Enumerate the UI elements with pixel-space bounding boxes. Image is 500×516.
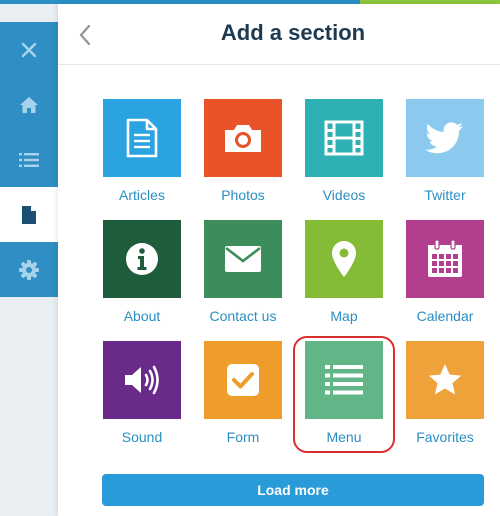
calendar-icon — [428, 240, 462, 277]
section-tile-sound[interactable]: Sound — [103, 341, 181, 445]
list-icon — [19, 152, 39, 167]
section-tile-articles[interactable]: Articles — [103, 99, 181, 203]
section-tile-about[interactable]: About — [103, 220, 181, 324]
section-tile-box — [103, 99, 181, 177]
section-tile-menu[interactable]: Menu — [305, 341, 383, 445]
section-tile-map[interactable]: Map — [305, 220, 383, 324]
map-pin-icon — [332, 241, 356, 277]
section-tile-favorites[interactable]: Favorites — [406, 341, 484, 445]
section-label: Articles — [119, 187, 165, 203]
rail-close-button[interactable] — [0, 22, 58, 77]
section-label: Form — [226, 429, 260, 445]
section-tile-box — [305, 220, 383, 298]
section-tile-box — [103, 220, 181, 298]
section-label: Contact us — [209, 308, 277, 324]
envelope-icon — [225, 246, 261, 272]
load-more-button[interactable]: Load more — [102, 474, 484, 506]
rail-home-button[interactable] — [0, 77, 58, 132]
section-tile-box — [406, 341, 484, 419]
page-title: Add a section — [220, 20, 366, 45]
section-tile-box — [406, 99, 484, 177]
section-tile-photos[interactable]: Photos — [204, 99, 282, 203]
section-label: Sound — [121, 429, 163, 445]
panel-header: Add a section — [58, 4, 500, 65]
section-tile-calendar[interactable]: Calendar — [406, 220, 484, 324]
camera-icon — [225, 125, 261, 152]
section-tile-contact-us[interactable]: Contact us — [204, 220, 282, 324]
rail-list-button[interactable] — [0, 132, 58, 187]
speaker-icon — [125, 365, 159, 395]
section-label: About — [123, 308, 161, 324]
side-rail — [0, 22, 58, 297]
rail-pages-button[interactable] — [0, 187, 58, 242]
gear-icon — [19, 259, 39, 280]
section-label: Photos — [221, 187, 265, 203]
section-label: Twitter — [424, 187, 466, 203]
section-label: Favorites — [416, 429, 474, 445]
section-label: Map — [330, 308, 358, 324]
checkbox-icon — [227, 364, 259, 396]
section-tile-box — [406, 220, 484, 298]
section-tile-box — [204, 220, 282, 298]
info-icon — [126, 243, 158, 275]
menu-list-icon — [325, 365, 363, 395]
section-grid: Articles Photos Videos Twitter About Con… — [103, 99, 493, 469]
close-icon — [21, 42, 37, 57]
section-tile-twitter[interactable]: Twitter — [406, 99, 484, 203]
add-section-panel: Add a section Articles Photos Videos Twi… — [58, 4, 500, 516]
section-label: Videos — [322, 187, 366, 203]
star-icon — [428, 364, 462, 395]
section-tile-box — [204, 99, 282, 177]
twitter-bird-icon — [425, 122, 463, 154]
section-tile-box — [305, 341, 383, 419]
article-icon — [126, 118, 158, 158]
section-label: Menu — [326, 429, 362, 445]
home-icon — [20, 96, 38, 113]
section-tile-form[interactable]: Form — [204, 341, 282, 445]
section-tile-videos[interactable]: Videos — [305, 99, 383, 203]
section-label: Calendar — [416, 308, 474, 324]
page-icon — [22, 205, 36, 224]
section-tile-box — [305, 99, 383, 177]
rail-settings-button[interactable] — [0, 242, 58, 297]
section-tile-box — [103, 341, 181, 419]
film-icon — [324, 120, 364, 156]
section-tile-box — [204, 341, 282, 419]
